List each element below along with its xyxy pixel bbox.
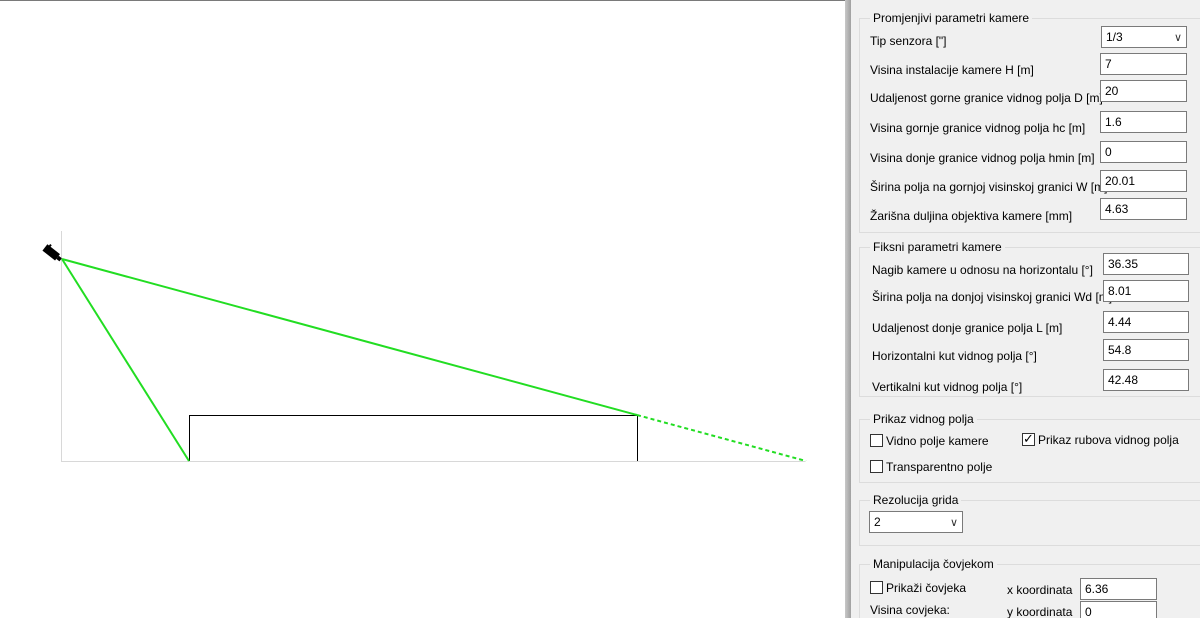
tilt-input[interactable] (1103, 253, 1189, 275)
focal-length-label: Žarišna duljina objektiva kamere [mm] (870, 209, 1073, 223)
distance-l-input[interactable] (1103, 311, 1189, 333)
vfov-label: Vertikalni kut vidnog polja [°] (872, 380, 1023, 394)
fov-upper-edge (61, 258, 638, 416)
distance-l-label: Udaljenost donje granice polja L [m] (872, 321, 1063, 335)
fov-display-title: Prikaz vidnog polja (870, 412, 977, 426)
camera-fov-checkbox[interactable] (870, 434, 883, 447)
settings-panel: Promjenjivi parametri kamere Tip senzora… (851, 0, 1200, 618)
fov-edges-checkbox[interactable] (1022, 431, 1035, 447)
sensor-type-label: Tip senzora ["] (870, 34, 947, 48)
height-hmin-label: Visina donje granice vidnog polja hmin [… (870, 151, 1095, 165)
vfov-input[interactable] (1103, 369, 1189, 391)
width-w-label: Širina polja na gornjoj visinskoj granic… (870, 180, 1108, 194)
distance-d-label: Udaljenost gorne granice vidnog polja D … (870, 91, 1103, 105)
y-coordinate-label: y koordinata (1007, 605, 1073, 618)
transparent-label[interactable]: Transparentno polje (886, 460, 992, 474)
sensor-type-select[interactable]: 1/3 ∨ (1101, 26, 1187, 48)
height-h-label: Visina instalacije kamere H [m] (870, 63, 1034, 77)
fov-extension-dashed (636, 414, 807, 462)
person-title: Manipulacija čovjekom (870, 557, 997, 571)
distance-d-input[interactable] (1100, 80, 1187, 102)
height-h-input[interactable] (1100, 53, 1187, 75)
scene-svg (42, 231, 807, 462)
grid-resolution-select[interactable]: 2 ∨ (869, 511, 963, 533)
transparent-checkbox[interactable] (870, 460, 883, 473)
chevron-down-icon: ∨ (1173, 32, 1182, 44)
width-wd-label: Širina polja na donjoj visinskoj granici… (872, 290, 1113, 304)
target-area-box (189, 415, 638, 461)
fixed-params-title: Fiksni parametri kamere (870, 240, 1005, 254)
width-w-input[interactable] (1100, 170, 1187, 192)
x-coordinate-input[interactable] (1080, 578, 1157, 600)
grid-resolution-title: Rezolucija grida (870, 493, 962, 507)
height-hc-input[interactable] (1100, 111, 1187, 133)
drawing-canvas[interactable] (0, 1, 845, 618)
hfov-label: Horizontalni kut vidnog polja [°] (872, 349, 1037, 363)
fov-edges-label[interactable]: Prikaz rubova vidnog polja (1038, 433, 1179, 447)
grid-resolution-value: 2 (874, 515, 881, 529)
sensor-type-value: 1/3 (1106, 30, 1123, 44)
tilt-label: Nagib kamere u odnosu na horizontalu [°] (872, 263, 1093, 277)
width-wd-input[interactable] (1103, 280, 1189, 302)
x-coordinate-label: x koordinata (1007, 583, 1073, 597)
hfov-input[interactable] (1103, 339, 1189, 361)
height-hc-label: Visina gornje granice vidnog polja hc [m… (870, 121, 1086, 135)
focal-length-input[interactable] (1100, 198, 1187, 220)
person-height-label: Visina covjeka: (870, 603, 950, 617)
show-person-checkbox[interactable] (870, 581, 883, 594)
show-person-label[interactable]: Prikaži čovjeka (886, 581, 966, 595)
chevron-down-icon: ∨ (949, 517, 958, 529)
variable-params-title: Promjenjivi parametri kamere (870, 11, 1033, 25)
height-hmin-input[interactable] (1100, 141, 1187, 163)
camera-fov-label[interactable]: Vidno polje kamere (886, 434, 989, 448)
y-coordinate-input[interactable] (1080, 601, 1157, 618)
